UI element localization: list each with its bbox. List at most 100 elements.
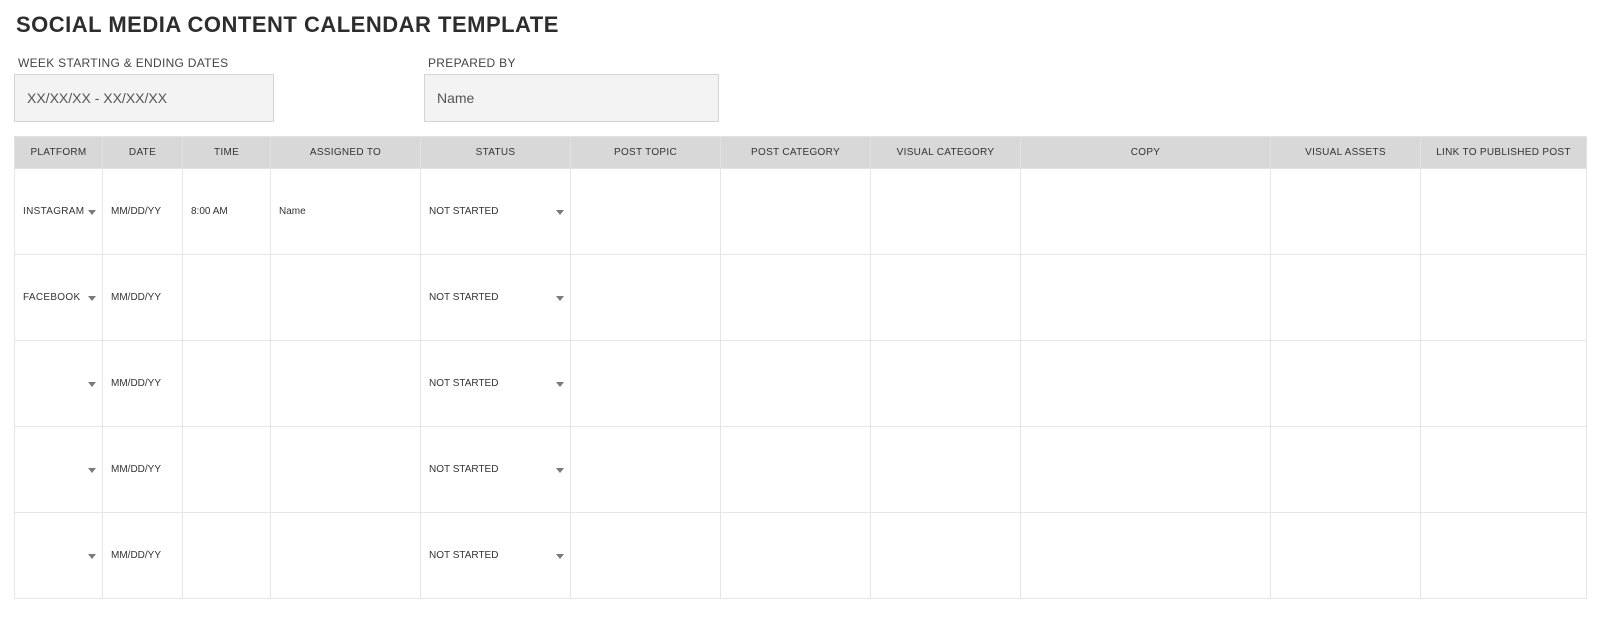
link-cell[interactable] (1421, 169, 1587, 255)
table-row: MM/DD/YY NOT STARTED (15, 341, 1587, 427)
assets-cell[interactable] (1271, 341, 1421, 427)
chevron-down-icon (556, 296, 564, 301)
copy-cell[interactable] (1021, 427, 1271, 513)
vcategory-cell[interactable] (871, 513, 1021, 599)
vcategory-cell[interactable] (871, 169, 1021, 255)
topic-cell[interactable] (571, 341, 721, 427)
vcategory-cell[interactable] (871, 255, 1021, 341)
date-cell-label: MM/DD/YY (111, 464, 161, 475)
meta-row: WEEK STARTING & ENDING DATES PREPARED BY (14, 56, 1586, 122)
col-copy: COPY (1021, 137, 1271, 169)
assigned-cell-label: Name (279, 206, 306, 217)
time-cell[interactable] (183, 427, 271, 513)
topic-cell[interactable] (571, 169, 721, 255)
week-label: WEEK STARTING & ENDING DATES (18, 56, 274, 70)
chevron-down-icon (556, 210, 564, 215)
category-cell[interactable] (721, 513, 871, 599)
assigned-cell[interactable] (271, 513, 421, 599)
col-date: DATE (103, 137, 183, 169)
platform-cell[interactable] (15, 513, 103, 599)
date-cell[interactable]: MM/DD/YY (103, 169, 183, 255)
category-cell[interactable] (721, 169, 871, 255)
platform-cell[interactable]: FACEBOOK (15, 255, 103, 341)
status-cell-label: NOT STARTED (429, 292, 498, 303)
platform-cell[interactable]: INSTAGRAM (15, 169, 103, 255)
assets-cell[interactable] (1271, 169, 1421, 255)
date-cell[interactable]: MM/DD/YY (103, 513, 183, 599)
link-cell[interactable] (1421, 427, 1587, 513)
date-cell-label: MM/DD/YY (111, 206, 161, 217)
week-field: WEEK STARTING & ENDING DATES (14, 56, 274, 122)
col-vcategory: VISUAL CATEGORY (871, 137, 1021, 169)
platform-cell-label: FACEBOOK (23, 292, 80, 303)
copy-cell[interactable] (1021, 169, 1271, 255)
vcategory-cell[interactable] (871, 427, 1021, 513)
topic-cell[interactable] (571, 255, 721, 341)
table-row: INSTAGRAM MM/DD/YY 8:00 AM Name NOT STARTED (15, 169, 1587, 255)
chevron-down-icon (88, 296, 96, 301)
time-cell[interactable] (183, 513, 271, 599)
status-cell-label: NOT STARTED (429, 206, 498, 217)
platform-cell[interactable] (15, 427, 103, 513)
table-row: MM/DD/YY NOT STARTED (15, 427, 1587, 513)
platform-cell[interactable] (15, 341, 103, 427)
col-assigned: ASSIGNED TO (271, 137, 421, 169)
chevron-down-icon (556, 382, 564, 387)
date-cell[interactable]: MM/DD/YY (103, 255, 183, 341)
col-assets: VISUAL ASSETS (1271, 137, 1421, 169)
platform-cell-label: INSTAGRAM (23, 206, 84, 217)
table-row: MM/DD/YY NOT STARTED (15, 513, 1587, 599)
topic-cell[interactable] (571, 427, 721, 513)
status-cell-label: NOT STARTED (429, 550, 498, 561)
category-cell[interactable] (721, 341, 871, 427)
time-cell[interactable] (183, 255, 271, 341)
status-cell-label: NOT STARTED (429, 464, 498, 475)
assets-cell[interactable] (1271, 513, 1421, 599)
time-cell[interactable] (183, 341, 271, 427)
topic-cell[interactable] (571, 513, 721, 599)
date-cell-label: MM/DD/YY (111, 550, 161, 561)
link-cell[interactable] (1421, 341, 1587, 427)
time-cell-label: 8:00 AM (191, 206, 228, 217)
chevron-down-icon (556, 468, 564, 473)
copy-cell[interactable] (1021, 255, 1271, 341)
link-cell[interactable] (1421, 513, 1587, 599)
date-cell-label: MM/DD/YY (111, 292, 161, 303)
assets-cell[interactable] (1271, 255, 1421, 341)
week-input[interactable] (14, 74, 274, 122)
link-cell[interactable] (1421, 255, 1587, 341)
table-row: FACEBOOK MM/DD/YY NOT STARTED (15, 255, 1587, 341)
date-cell[interactable]: MM/DD/YY (103, 341, 183, 427)
status-cell[interactable]: NOT STARTED (421, 169, 571, 255)
status-cell-label: NOT STARTED (429, 378, 498, 389)
prepared-field: PREPARED BY (424, 56, 719, 122)
page-title: SOCIAL MEDIA CONTENT CALENDAR TEMPLATE (16, 12, 1586, 38)
col-category: POST CATEGORY (721, 137, 871, 169)
date-cell[interactable]: MM/DD/YY (103, 427, 183, 513)
assigned-cell[interactable] (271, 255, 421, 341)
vcategory-cell[interactable] (871, 341, 1021, 427)
col-link: LINK TO PUBLISHED POST (1421, 137, 1587, 169)
status-cell[interactable]: NOT STARTED (421, 255, 571, 341)
assigned-cell[interactable] (271, 427, 421, 513)
status-cell[interactable]: NOT STARTED (421, 341, 571, 427)
copy-cell[interactable] (1021, 513, 1271, 599)
assigned-cell[interactable] (271, 341, 421, 427)
chevron-down-icon (88, 554, 96, 559)
col-platform: PLATFORM (15, 137, 103, 169)
status-cell[interactable]: NOT STARTED (421, 513, 571, 599)
prepared-input[interactable] (424, 74, 719, 122)
col-status: STATUS (421, 137, 571, 169)
assets-cell[interactable] (1271, 427, 1421, 513)
category-cell[interactable] (721, 255, 871, 341)
status-cell[interactable]: NOT STARTED (421, 427, 571, 513)
time-cell[interactable]: 8:00 AM (183, 169, 271, 255)
prepared-label: PREPARED BY (428, 56, 719, 70)
col-topic: POST TOPIC (571, 137, 721, 169)
copy-cell[interactable] (1021, 341, 1271, 427)
category-cell[interactable] (721, 427, 871, 513)
col-time: TIME (183, 137, 271, 169)
date-cell-label: MM/DD/YY (111, 378, 161, 389)
assigned-cell[interactable]: Name (271, 169, 421, 255)
chevron-down-icon (556, 554, 564, 559)
